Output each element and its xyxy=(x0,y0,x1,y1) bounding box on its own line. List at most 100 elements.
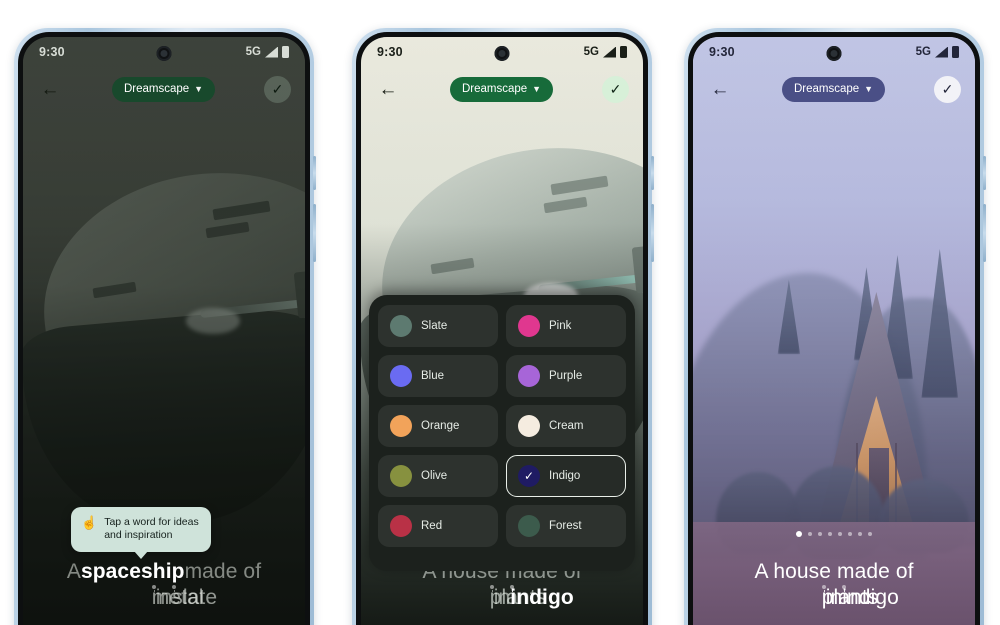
status-time: 9:30 xyxy=(709,45,735,59)
network-label: 5G xyxy=(583,46,599,58)
color-label: Orange xyxy=(421,420,460,432)
page-dot[interactable] xyxy=(838,532,842,536)
chevron-down-icon: ▼ xyxy=(864,84,874,94)
color-dot xyxy=(390,515,412,537)
phone-3-volume-button[interactable] xyxy=(983,204,986,262)
style-chip-label: Dreamscape xyxy=(461,83,528,95)
prompt-word-indigo-selected[interactable]: indigo xyxy=(510,585,574,609)
camera-punch-hole xyxy=(156,46,172,61)
color-option-olive[interactable]: Olive xyxy=(378,455,498,497)
color-dot xyxy=(390,315,412,337)
color-label: Cream xyxy=(549,420,584,432)
page-dot-active[interactable] xyxy=(796,531,802,537)
color-option-purple[interactable]: Purple xyxy=(506,355,626,397)
prompt-word-slate[interactable]: slate xyxy=(172,585,217,609)
color-option-orange[interactable]: Orange xyxy=(378,405,498,447)
signal-icon xyxy=(265,46,278,58)
color-dot xyxy=(390,365,412,387)
screenshot-stage: 9:30 5G ← Dreamscape ▼ ✓ ☝ Tap a word fo… xyxy=(0,0,1000,625)
phone-2-volume-button[interactable] xyxy=(651,204,654,262)
prompt-word: in xyxy=(493,586,511,610)
back-arrow-icon[interactable]: ← xyxy=(707,76,733,102)
phone-3: 9:30 5G ← Dreamscape ▼ ✓ A house made of… xyxy=(684,28,986,625)
color-options-grid: Slate Pink Blue Purple Orange Cream Oliv… xyxy=(378,305,626,547)
color-label: Blue xyxy=(421,370,445,382)
color-option-forest[interactable]: Forest xyxy=(506,505,626,547)
color-dot xyxy=(518,365,540,387)
page-dot[interactable] xyxy=(818,532,822,536)
color-option-indigo[interactable]: ✓ Indigo xyxy=(506,455,626,497)
signal-icon xyxy=(603,46,616,58)
hint-line-1: Tap a word for ideas xyxy=(104,516,199,528)
phone-2-power-button[interactable] xyxy=(651,156,654,190)
phone-2-bezel: 9:30 5G ← Dreamscape ▼ ✓ A house made of… xyxy=(356,32,648,625)
phone-2-screen: 9:30 5G ← Dreamscape ▼ ✓ A house made of… xyxy=(361,37,643,625)
hint-line-2: and inspiration xyxy=(104,529,173,542)
prompt-word: A house made of xyxy=(754,560,914,583)
color-label: Olive xyxy=(421,470,448,482)
color-label: Red xyxy=(421,520,443,532)
color-option-slate[interactable]: Slate xyxy=(378,305,498,347)
confirm-check-button[interactable]: ✓ xyxy=(602,75,629,103)
page-dot[interactable] xyxy=(828,532,832,536)
prompt-word-indigo[interactable]: indigo xyxy=(842,585,899,609)
page-dot[interactable] xyxy=(858,532,862,536)
battery-icon xyxy=(952,46,959,58)
phone-1-power-button[interactable] xyxy=(313,156,316,190)
battery-icon xyxy=(282,46,289,58)
color-option-cream[interactable]: Cream xyxy=(506,405,626,447)
status-icons: 5G xyxy=(916,46,959,58)
chevron-down-icon: ▼ xyxy=(532,84,542,94)
color-label: Slate xyxy=(421,320,448,332)
color-option-blue[interactable]: Blue xyxy=(378,355,498,397)
phone-1-prompt: A spaceship made of metal in slate xyxy=(23,559,305,611)
color-label: Forest xyxy=(549,520,582,532)
prompt-word-selected[interactable]: spaceship xyxy=(81,559,185,585)
phone-2: 9:30 5G ← Dreamscape ▼ ✓ A house made of… xyxy=(352,28,654,625)
page-dot[interactable] xyxy=(848,532,852,536)
prompt-word: A xyxy=(66,560,81,583)
style-chip-dreamscape[interactable]: Dreamscape ▼ xyxy=(111,76,216,102)
network-label: 5G xyxy=(915,46,931,58)
phone-1-bezel: 9:30 5G ← Dreamscape ▼ ✓ ☝ Tap a word fo… xyxy=(18,32,310,625)
style-chip-dreamscape[interactable]: Dreamscape ▼ xyxy=(449,76,554,102)
prompt-line-2: metal in slate xyxy=(37,585,291,611)
tap-hand-icon: ☝ xyxy=(81,515,98,530)
prompt-line-1: A house made of xyxy=(707,559,961,585)
status-icons: 5G xyxy=(584,46,627,58)
page-dot[interactable] xyxy=(868,532,872,536)
phone-3-app-bar: ← Dreamscape ▼ ✓ xyxy=(693,67,975,111)
confirm-check-button[interactable]: ✓ xyxy=(934,75,961,103)
camera-punch-hole xyxy=(494,46,510,61)
phone-3-power-button[interactable] xyxy=(983,156,986,190)
color-label: Indigo xyxy=(549,470,581,482)
phone-1: 9:30 5G ← Dreamscape ▼ ✓ ☝ Tap a word fo… xyxy=(14,28,316,625)
battery-icon xyxy=(620,46,627,58)
color-option-red[interactable]: Red xyxy=(378,505,498,547)
page-dot[interactable] xyxy=(808,532,812,536)
color-picker-sheet: Slate Pink Blue Purple Orange Cream Oliv… xyxy=(369,295,635,571)
status-time: 9:30 xyxy=(377,45,403,59)
phone-1-volume-button[interactable] xyxy=(313,204,316,262)
prompt-line-2: plants in indigo xyxy=(707,585,961,611)
style-chip-label: Dreamscape xyxy=(793,83,860,95)
color-option-pink[interactable]: Pink xyxy=(506,305,626,347)
color-dot xyxy=(518,515,540,537)
color-dot xyxy=(390,465,412,487)
prompt-line-2: plants in indigo xyxy=(375,585,629,611)
style-chip-dreamscape[interactable]: Dreamscape ▼ xyxy=(781,76,886,102)
hint-tooltip: ☝ Tap a word for ideas and inspiration xyxy=(71,507,211,552)
color-dot xyxy=(518,315,540,337)
phone-3-bezel: 9:30 5G ← Dreamscape ▼ ✓ A house made of… xyxy=(688,32,980,625)
phone-3-prompt: A house made of plants in indigo xyxy=(693,559,975,611)
status-icons: 5G xyxy=(246,46,289,58)
page-indicator-dots xyxy=(693,531,975,537)
prompt-line-1: A spaceship made of xyxy=(37,559,291,585)
network-label: 5G xyxy=(245,46,261,58)
style-chip-label: Dreamscape xyxy=(123,83,190,95)
signal-icon xyxy=(935,46,948,58)
confirm-check-button[interactable]: ✓ xyxy=(264,75,291,103)
back-arrow-icon[interactable]: ← xyxy=(37,76,63,102)
back-arrow-icon[interactable]: ← xyxy=(375,76,401,102)
camera-punch-hole xyxy=(826,46,842,61)
